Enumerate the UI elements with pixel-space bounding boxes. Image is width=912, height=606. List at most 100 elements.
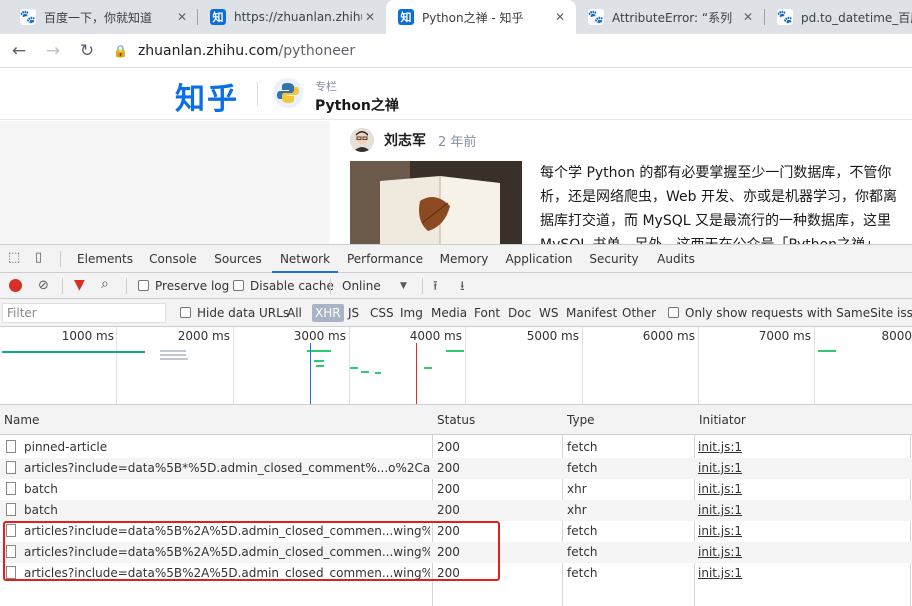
filter-type-doc[interactable]: Doc — [508, 299, 531, 327]
address-bar[interactable]: 🔒 zhuanlan.zhihu.com/pythoneer — [113, 38, 903, 64]
timeline-label: 3000 ms — [293, 329, 346, 343]
filter-bar: Filter Hide data URLs All XHR JS CSS Img… — [0, 299, 912, 327]
timeline-label: 5000 ms — [526, 329, 579, 343]
initiator-link[interactable]: init.js:1 — [698, 479, 898, 500]
preserve-log-checkbox[interactable]: Preserve log — [138, 273, 229, 299]
request-name-cell[interactable]: pinned-article — [6, 437, 430, 458]
column-header-status[interactable]: Status — [433, 405, 562, 435]
record-icon[interactable] — [9, 279, 22, 292]
initiator-link[interactable]: init.js:1 — [698, 458, 898, 479]
export-har-icon[interactable]: ⭳ — [460, 277, 465, 299]
browser-tab[interactable]: 🐾 pd.to_datetime_百度 — [765, 0, 912, 34]
request-name-cell[interactable]: articles?include=data%5B*%5D.admin_close… — [6, 458, 430, 479]
back-icon[interactable]: ← — [8, 40, 30, 62]
filter-input[interactable]: Filter — [2, 303, 166, 323]
type-cell: xhr — [567, 482, 587, 496]
device-toolbar-icon[interactable]: ▯ — [35, 250, 42, 265]
table-row[interactable]: batch 200 xhr init.js:1 — [0, 479, 912, 500]
browser-window: { "browser": { "tabs": [ {"title": "百度一下… — [0, 0, 912, 606]
browser-tab-active[interactable]: 知 Python之禅 - 知乎 ✕ — [386, 0, 576, 34]
filter-type-media[interactable]: Media — [431, 299, 467, 327]
filter-type-css[interactable]: CSS — [370, 299, 394, 327]
article-thumbnail[interactable] — [350, 161, 522, 244]
zhihu-icon: 知 — [398, 9, 414, 25]
filter-type-ws[interactable]: WS — [539, 299, 558, 327]
network-overview[interactable]: 1000 ms 2000 ms 3000 ms 4000 ms 5000 ms … — [0, 327, 912, 405]
baidu-paw-icon: 🐾 — [776, 9, 794, 25]
forward-icon[interactable]: → — [42, 40, 64, 62]
preserve-log-label: Preserve log — [155, 279, 230, 293]
devtools-tab-audits[interactable]: Audits — [648, 245, 704, 273]
filter-type-img[interactable]: Img — [400, 299, 423, 327]
request-name-cell[interactable]: batch — [6, 500, 430, 521]
close-icon[interactable]: ✕ — [174, 10, 190, 24]
filter-type-xhr[interactable]: XHR — [312, 304, 344, 322]
disable-cache-checkbox[interactable]: Disable cache — [233, 273, 334, 299]
zhihu-logo[interactable]: 知乎 — [175, 74, 239, 118]
request-name: pinned-article — [24, 440, 108, 454]
browser-tab[interactable]: 🐾 AttributeError: “系列 ✕ — [576, 0, 764, 34]
close-icon[interactable]: ✕ — [552, 10, 568, 24]
hide-data-urls-label: Hide data URLs — [197, 306, 290, 320]
timeline-bar — [446, 350, 464, 352]
samesite-checkbox[interactable]: Only show requests with SameSite issues — [668, 299, 912, 327]
close-icon[interactable]: ✕ — [740, 10, 756, 24]
author-name[interactable]: 刘志军 — [384, 130, 426, 150]
initiator-link[interactable]: init.js:1 — [698, 521, 898, 542]
initiator-link[interactable]: init.js:1 — [698, 500, 898, 521]
clear-icon[interactable]: ⊘ — [38, 278, 49, 293]
reload-icon[interactable]: ↻ — [76, 40, 98, 62]
close-icon[interactable]: ✕ — [362, 10, 378, 24]
filter-type-manifest[interactable]: Manifest — [566, 299, 617, 327]
timeline-bar — [818, 350, 836, 352]
table-row[interactable]: pinned-article 200 fetch init.js:1 — [0, 437, 912, 458]
devtools-tab-sources[interactable]: Sources — [206, 245, 270, 273]
file-icon — [6, 440, 16, 453]
browser-tab[interactable]: 知 https://zhuanlan.zhihu ✕ — [198, 0, 386, 34]
devtools-tab-network[interactable]: Network — [272, 245, 338, 273]
zhihu-icon: 知 — [210, 9, 226, 25]
timeline-label: 4000 ms — [409, 329, 462, 343]
throttling-select[interactable]: Online ▼ — [342, 273, 412, 299]
column-label: 专栏 — [315, 80, 337, 93]
article-excerpt[interactable]: 每个学 Python 的都有必要掌握至少一门数据库，不管你 析，还是网络爬虫，W… — [540, 161, 912, 244]
table-row[interactable]: articles?include=data%5B*%5D.admin_close… — [0, 458, 912, 479]
devtools-tab-security[interactable]: Security — [582, 245, 646, 273]
devtools-tab-memory[interactable]: Memory — [432, 245, 496, 273]
column-header-initiator[interactable]: Initiator — [695, 405, 910, 435]
timeline-label: 8000 — [881, 329, 912, 343]
initiator-link[interactable]: init.js:1 — [698, 542, 898, 563]
tab-title: pd.to_datetime_百度 — [801, 10, 912, 25]
request-name-cell[interactable]: batch — [6, 479, 430, 500]
filter-funnel-icon[interactable]: ▼ — [74, 277, 85, 293]
excerpt-line: 每个学 Python 的都有必要掌握至少一门数据库，不管你 — [540, 165, 892, 181]
devtools-tab-performance[interactable]: Performance — [340, 245, 430, 273]
excerpt-line: 析，还是网络爬虫，Web 开发、亦或是机器学习，你都离 — [540, 189, 897, 205]
devtools-tab-application[interactable]: Application — [498, 245, 580, 273]
tab-title: 百度一下，你就知道 — [44, 10, 153, 25]
filter-type-other[interactable]: Other — [622, 299, 656, 327]
author-avatar[interactable] — [350, 128, 374, 152]
column-header-name[interactable]: Name — [0, 405, 432, 435]
hide-data-urls-checkbox[interactable]: Hide data URLs — [180, 299, 289, 327]
devtools-tab-console[interactable]: Console — [140, 245, 206, 273]
filter-type-font[interactable]: Font — [474, 299, 500, 327]
import-har-icon[interactable]: ⭱ — [433, 277, 438, 299]
search-icon[interactable]: ⌕ — [101, 276, 109, 292]
browser-tab[interactable]: 🐾 百度一下，你就知道 ✕ — [8, 0, 198, 34]
request-name: batch — [24, 482, 58, 496]
column-name[interactable]: Python之禅 — [315, 95, 399, 115]
status-cell: 200 — [437, 440, 460, 454]
inspect-element-icon[interactable]: ⬚ — [8, 250, 20, 265]
initiator-link[interactable]: init.js:1 — [698, 563, 898, 584]
python-logo-icon[interactable] — [273, 78, 303, 108]
initiator-link[interactable]: init.js:1 — [698, 437, 898, 458]
address-host: zhuanlan.zhihu.com — [137, 43, 279, 59]
network-toolbar: ⊘ ▼ ⌕ Preserve log Disable cache Online ▼… — [0, 273, 912, 299]
table-row[interactable]: batch 200 xhr init.js:1 — [0, 500, 912, 521]
throttling-value: Online — [342, 279, 381, 293]
filter-type-js[interactable]: JS — [348, 299, 359, 327]
column-header-type[interactable]: Type — [563, 405, 694, 435]
filter-type-all[interactable]: All — [287, 299, 302, 327]
devtools-tab-elements[interactable]: Elements — [70, 245, 140, 273]
